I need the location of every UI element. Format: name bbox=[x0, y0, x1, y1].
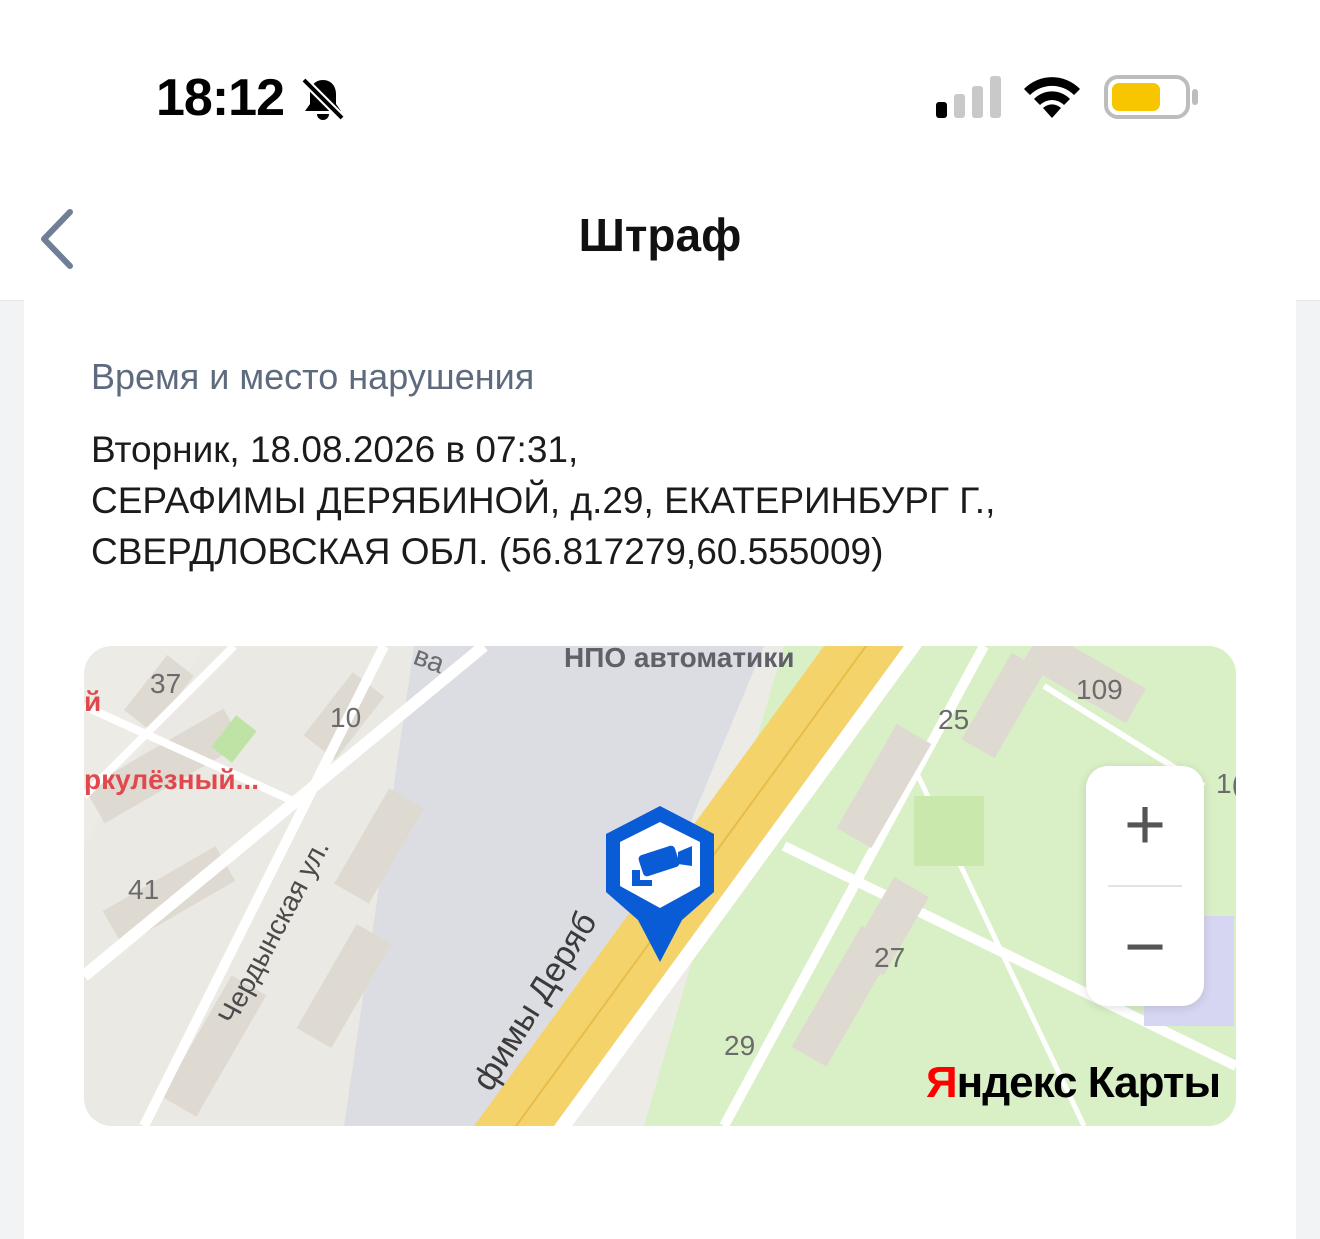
map-label-27: 27 bbox=[874, 942, 906, 973]
map-label-25: 25 bbox=[938, 704, 970, 735]
bell-slash-icon bbox=[298, 74, 348, 129]
status-bar: 18:12 bbox=[0, 0, 1320, 180]
battery-icon bbox=[1104, 74, 1200, 125]
violation-address: СЕРАФИМЫ ДЕРЯБИНОЙ, д.29, ЕКАТЕРИНБУРГ Г… bbox=[91, 480, 996, 521]
yandex-logo-rest: ндекс Карты bbox=[956, 1058, 1221, 1107]
nav-bar: Штраф bbox=[0, 180, 1320, 301]
map-label-npo: НПО автоматики bbox=[564, 646, 795, 673]
violation-region-coords: СВЕРДЛОВСКАЯ ОБЛ. (56.817279,60.555009) bbox=[91, 531, 884, 572]
map-label-10-partial: 1( bbox=[1216, 768, 1236, 799]
section-label: Время и место нарушения bbox=[91, 356, 535, 397]
violation-details: Вторник, 18.08.2026 в 07:31, СЕРАФИМЫ ДЕ… bbox=[91, 424, 1241, 577]
zoom-divider bbox=[1108, 885, 1182, 887]
violation-date: Вторник, 18.08.2026 в 07:31, bbox=[91, 429, 579, 470]
zoom-control: + − bbox=[1086, 766, 1204, 1006]
camera-marker[interactable] bbox=[602, 804, 718, 969]
wifi-icon bbox=[1022, 74, 1082, 123]
violation-card: Время и место нарушения Вторник, 18.08.2… bbox=[24, 300, 1296, 1239]
yandex-logo-y: Я bbox=[926, 1058, 958, 1107]
map-poi-label[interactable]: ркулёзный... bbox=[84, 764, 259, 796]
map-label-109: 109 bbox=[1076, 674, 1123, 705]
zoom-out-button[interactable]: − bbox=[1086, 888, 1204, 1006]
status-time: 18:12 bbox=[156, 69, 285, 127]
violation-map[interactable]: НПО автоматики ва 37 10 41 25 109 1( 27 … bbox=[84, 646, 1236, 1126]
zoom-in-button[interactable]: + bbox=[1086, 766, 1204, 884]
map-poi-letter: й bbox=[84, 686, 102, 717]
page-title: Штраф bbox=[578, 209, 742, 261]
map-label-10: 10 bbox=[330, 702, 362, 733]
map-label-37: 37 bbox=[150, 668, 182, 699]
map-label-41: 41 bbox=[128, 874, 160, 905]
yandex-maps-logo[interactable]: Яндекс Карты bbox=[926, 1058, 1221, 1108]
cellular-signal-icon bbox=[936, 76, 1004, 123]
map-label-29: 29 bbox=[724, 1030, 756, 1061]
